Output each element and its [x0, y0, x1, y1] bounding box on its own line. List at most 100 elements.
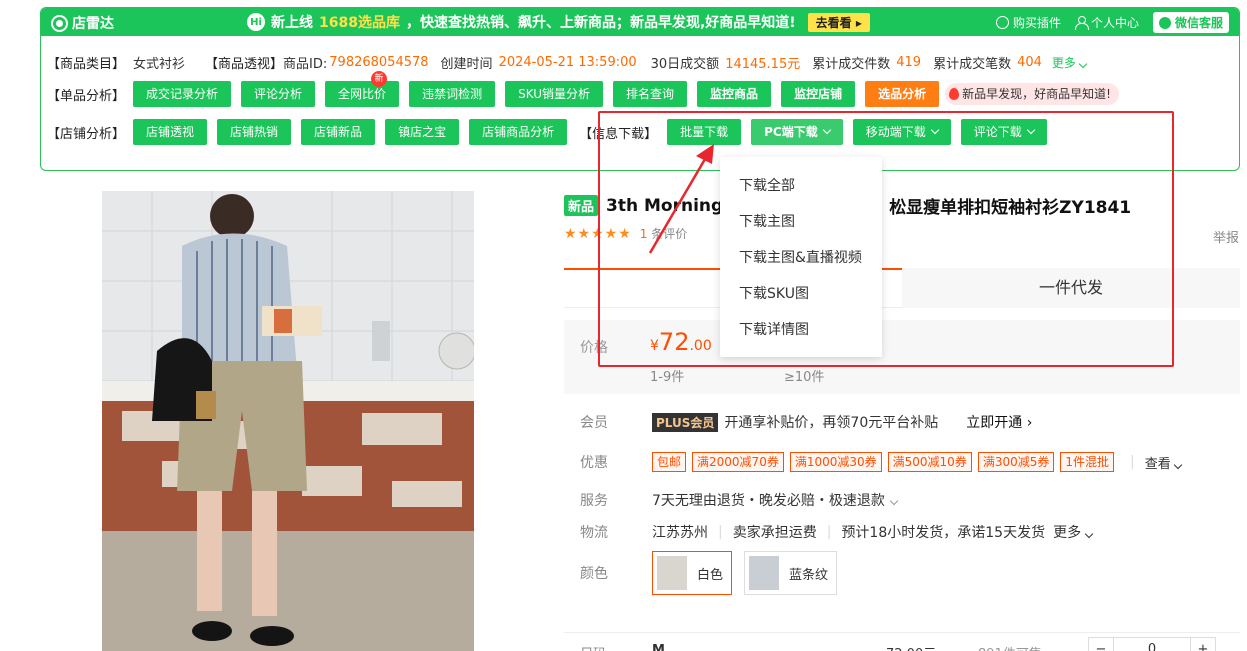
- swatch-thumbnail: [657, 556, 687, 590]
- sku-sales-button[interactable]: SKU销量分析: [505, 81, 604, 107]
- title-right: 松显瘦单排扣短袖衬衫ZY1841: [889, 198, 1132, 218]
- member-row: 会员 PLUS会员 开通享补贴价，再领70元平台补贴 立即开通 ›: [580, 412, 1032, 432]
- coupon-mixed-batch[interactable]: 1件混批: [1060, 452, 1115, 472]
- color-row: 颜色 白色 蓝条纹: [580, 551, 849, 595]
- report-link[interactable]: 举报: [1213, 227, 1239, 246]
- product-main-image[interactable]: [102, 191, 474, 651]
- logistics-fee: 卖家承担运费: [732, 525, 817, 541]
- qty-minus-button[interactable]: −: [1088, 637, 1114, 651]
- annotation-arrow-icon: [648, 144, 714, 254]
- product-id[interactable]: 798268054578: [329, 55, 428, 70]
- qty-plus-button[interactable]: +: [1190, 637, 1216, 651]
- logistics-eta: 预计18小时发货，承诺15天发货: [841, 525, 1046, 541]
- flame-icon: [949, 88, 960, 100]
- shop-perspective-button[interactable]: 店铺透视: [133, 119, 208, 145]
- more-link[interactable]: 更多: [1052, 54, 1087, 71]
- download-sku-image-item[interactable]: 下载SKU图: [720, 277, 882, 313]
- member-text: 开通享补贴价，再领70元平台补贴: [724, 415, 939, 431]
- price-compare-button[interactable]: 全网比价 新: [325, 71, 400, 107]
- new-tag: 新品: [564, 195, 599, 216]
- service-row: 服务 7天无理由退货・晚发必赔・极速退款: [580, 490, 899, 510]
- product-info-row: 【商品类目】 女式衬衫 【商品透视】 商品ID: 798268054578 创建…: [47, 53, 1087, 72]
- color-option-white[interactable]: 白色: [652, 551, 733, 595]
- promo-highlight: 1688选品库: [319, 15, 400, 31]
- brand-name: 店雷达: [72, 16, 114, 32]
- shop-analysis-label: 【店铺分析】: [47, 126, 126, 142]
- created-time: 2024-05-21 13:59:00: [498, 55, 637, 70]
- comment-analysis-button[interactable]: 评论分析: [241, 81, 316, 107]
- chevron-down-icon[interactable]: [889, 492, 899, 508]
- user-center-link[interactable]: 个人中心: [1074, 14, 1139, 31]
- service-text[interactable]: 7天无理由退货・晚发必赔・极速退款: [652, 490, 885, 510]
- hi-icon: Hi: [247, 13, 265, 31]
- monitor-product-button[interactable]: 监控商品: [697, 81, 772, 107]
- monitor-shop-button[interactable]: 监控店铺: [781, 81, 856, 107]
- comment-download-button[interactable]: 评论下载: [960, 119, 1047, 145]
- star-rating-icon: ★★★★★: [564, 225, 632, 242]
- download-main-image-video-item[interactable]: 下载主图&直播视频: [720, 241, 882, 277]
- id-label: 商品ID:: [283, 57, 328, 72]
- perspective-label: 【商品透视】: [205, 57, 284, 72]
- coupons-view-link[interactable]: 查看: [1145, 453, 1183, 472]
- tab-dropship[interactable]: 一件代发: [902, 268, 1240, 308]
- coupon-2000[interactable]: 满2000减70券: [692, 452, 784, 472]
- chevron-down-icon: [930, 125, 939, 135]
- chevron-down-icon: [1173, 460, 1183, 469]
- pc-download-button[interactable]: PC端下载: [751, 119, 843, 145]
- qty-input[interactable]: 0: [1114, 637, 1190, 651]
- logistics-from: 江苏苏州: [652, 525, 708, 541]
- shop-analysis-row: 【店铺分析】 店铺透视 店铺热销 店铺新品 镇店之宝 店铺商品分析 【信息下载】…: [47, 119, 1057, 145]
- download-all-item[interactable]: 下载全部: [720, 169, 882, 205]
- category-value: 女式衬衫: [133, 57, 186, 72]
- mobile-download-button[interactable]: 移动端下载: [852, 119, 951, 145]
- pc-download-dropdown: 下载全部 下载主图 下载主图&直播视频 下载SKU图 下载详情图: [720, 157, 882, 357]
- banned-word-button[interactable]: 违禁词检测: [409, 81, 496, 107]
- single-analysis-label: 【单品分析】: [47, 88, 126, 104]
- download-main-image-item[interactable]: 下载主图: [720, 205, 882, 241]
- gmv-value: 14145.15元: [725, 57, 801, 72]
- price-label: 价格: [580, 340, 608, 356]
- member-label: 会员: [580, 415, 608, 431]
- promo-label: 优惠: [580, 455, 608, 471]
- coupon-300[interactable]: 满300减5券: [977, 452, 1055, 472]
- plus-badge: PLUS会员: [652, 412, 719, 432]
- color-label: 颜色: [580, 566, 608, 582]
- plugin-logo[interactable]: 店雷达: [51, 13, 114, 33]
- buy-plugin-link[interactable]: 购买插件: [995, 14, 1061, 31]
- shop-hot-button[interactable]: 店铺热销: [217, 119, 292, 145]
- color-option-blue-stripe[interactable]: 蓝条纹: [744, 551, 838, 595]
- cum-items-value: 419: [896, 55, 922, 70]
- size-label: 尺码: [580, 643, 606, 651]
- coupon-500[interactable]: 满500减10券: [887, 452, 972, 472]
- logistics-more-link[interactable]: 更多: [1053, 522, 1093, 542]
- sku-row: 尺码 M 72.00元 891件可售 − 0 +: [564, 632, 1240, 651]
- logistics-row: 物流 江苏苏州 | 卖家承担运费 | 预计18小时发货，承诺15天发货 更多: [580, 522, 1093, 542]
- download-detail-image-item[interactable]: 下载详情图: [720, 313, 882, 349]
- service-label: 服务: [580, 493, 608, 509]
- promo-prefix: 新上线: [271, 15, 313, 31]
- select-analysis-button[interactable]: 选品分析: [865, 81, 940, 107]
- wechat-service-button[interactable]: 微信客服: [1152, 12, 1229, 33]
- new-badge: 新: [371, 71, 388, 87]
- coupon-1000[interactable]: 满1000减30券: [789, 452, 882, 472]
- deal-record-button[interactable]: 成交记录分析: [133, 81, 232, 107]
- shop-new-button[interactable]: 店铺新品: [301, 119, 376, 145]
- member-open-link[interactable]: 立即开通 ›: [966, 412, 1032, 432]
- promo-go-button[interactable]: 去看看 ▸: [807, 12, 870, 32]
- logistics-label: 物流: [580, 525, 608, 541]
- rank-query-button[interactable]: 排名查询: [613, 81, 688, 107]
- size-value: M: [652, 643, 665, 651]
- chevron-down-icon: [1026, 125, 1036, 135]
- cum-items-label: 累计成交件数: [812, 57, 891, 72]
- plugin-topbar: 店雷达 Hi 新上线 1688选品库 ，快速查找热销、飙升、上新商品；新品早发现…: [41, 8, 1239, 36]
- coupon-free-shipping[interactable]: 包邮: [652, 452, 687, 472]
- new-product-chip[interactable]: 新品早发现，好商品早知道!: [945, 83, 1119, 105]
- created-label: 创建时间: [440, 57, 493, 72]
- gmv-label: 30日成交额: [650, 57, 720, 72]
- price-box: 价格 ¥72.00 1-9件 ≥10件: [564, 320, 1240, 394]
- shop-treasure-button[interactable]: 镇店之宝: [385, 119, 460, 145]
- sku-price: 72.00元: [886, 643, 936, 651]
- chevron-down-icon: [1078, 59, 1087, 69]
- shop-product-analysis-button[interactable]: 店铺商品分析: [469, 119, 568, 145]
- qty-tier-1: 1-9件: [650, 370, 685, 385]
